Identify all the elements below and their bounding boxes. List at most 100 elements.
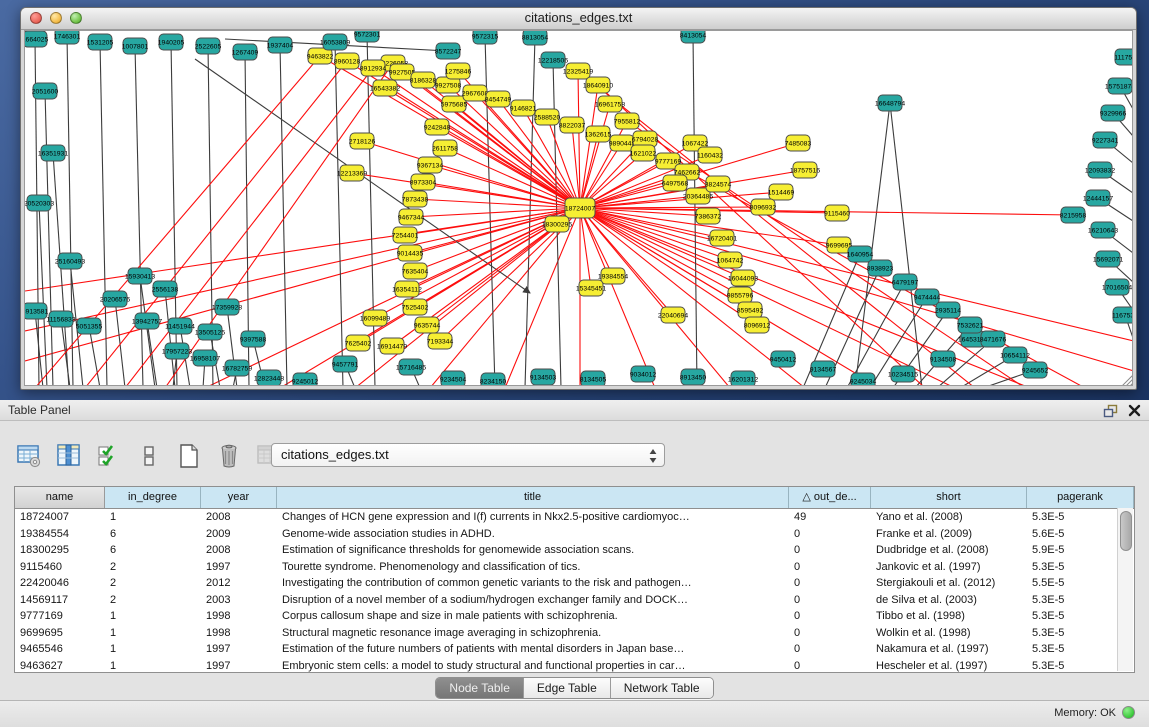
delete-column-icon[interactable] (214, 441, 244, 471)
resize-grip-icon[interactable] (1121, 375, 1133, 386)
float-panel-icon[interactable] (1103, 404, 1118, 418)
graph-node[interactable]: 18724007 (565, 198, 595, 218)
graph-node[interactable]: 13942757 (132, 313, 162, 329)
table-row[interactable]: 1938455462009Genome-wide association stu… (15, 526, 1134, 543)
tab-edge-table[interactable]: Edge Table (524, 678, 611, 698)
network-canvas[interactable]: 1872400725226058992750516543382818632899… (25, 31, 1133, 386)
row-height-icon[interactable] (134, 441, 164, 471)
graph-node[interactable]: 1275846 (445, 63, 472, 79)
graph-node[interactable]: 16914479 (377, 338, 407, 354)
graph-node[interactable]: 9245012 (292, 373, 319, 386)
graph-node[interactable]: 8813054 (522, 31, 549, 45)
graph-node[interactable]: 20520303 (25, 195, 54, 211)
graph-node[interactable]: 1621022 (630, 145, 657, 161)
graph-node[interactable]: 8215958 (1060, 207, 1087, 223)
table-row[interactable]: 1872400712008Changes of HCN gene express… (15, 509, 1134, 526)
column-header-title[interactable]: title (277, 487, 789, 508)
graph-node[interactable]: 3824574 (705, 176, 732, 192)
graph-node[interactable]: 9234504 (440, 371, 467, 386)
graph-node[interactable]: 8912934 (360, 60, 387, 76)
graph-node[interactable]: 1746301 (54, 31, 81, 44)
graph-node[interactable]: 12823448 (254, 370, 284, 386)
column-header-out_degree[interactable]: △ out_de... (789, 487, 871, 508)
graph-node[interactable]: 16351931 (38, 145, 68, 161)
graph-node[interactable]: 15716485 (396, 359, 426, 375)
graph-node[interactable]: 12093832 (1085, 162, 1115, 178)
new-column-icon[interactable] (174, 441, 204, 471)
graph-node[interactable]: 9474444 (914, 289, 941, 305)
window-titlebar[interactable]: citations_edges.txt (21, 8, 1136, 30)
graph-node[interactable]: 8913450 (680, 369, 707, 385)
graph-node[interactable]: 7955812 (614, 113, 641, 129)
graph-node[interactable]: 9245652 (1022, 362, 1049, 378)
graph-node[interactable]: 2051600 (32, 83, 59, 99)
column-header-year[interactable]: year (201, 487, 277, 508)
graph-node[interactable]: 7525402 (402, 299, 429, 315)
graph-node[interactable]: 6497568 (662, 175, 689, 191)
graph-node[interactable]: 17957223 (162, 343, 192, 359)
table-row[interactable]: 977716911998Corpus callosum shape and si… (15, 608, 1134, 625)
graph-node[interactable]: 9572301 (354, 31, 381, 42)
graph-node[interactable]: 9329966 (1100, 105, 1127, 121)
graph-node[interactable]: 8096932 (750, 199, 777, 215)
graph-node[interactable]: 16099489 (360, 310, 390, 326)
graph-node[interactable]: 18640910 (583, 77, 613, 93)
graph-node[interactable]: 9134503 (530, 369, 557, 385)
graph-node[interactable]: 8595492 (737, 302, 764, 318)
graph-node[interactable]: 9134508 (930, 351, 957, 367)
close-panel-icon[interactable] (1128, 404, 1141, 417)
graph-node[interactable]: 20206576 (100, 291, 130, 307)
graph-node[interactable]: 9146821 (510, 100, 537, 116)
graph-node[interactable]: 6479197 (892, 274, 919, 290)
graph-node[interactable]: 8234150 (480, 373, 507, 386)
graph-node[interactable]: 8572247 (435, 43, 462, 59)
table-selector-dropdown[interactable]: citations_edges.txt (271, 443, 665, 467)
graph-node[interactable]: 9397588 (240, 331, 267, 347)
graph-node[interactable]: 10654112 (1000, 347, 1030, 363)
table-row[interactable]: 1456911722003Disruption of a novel membe… (15, 592, 1134, 609)
graph-node[interactable]: 2611758 (432, 140, 458, 156)
table-row[interactable]: 2242004622012Investigating the contribut… (15, 575, 1134, 592)
graph-node[interactable]: 9227341 (1092, 132, 1119, 148)
graph-node[interactable]: 15692071 (1093, 251, 1123, 267)
graph-node[interactable]: 2588520 (534, 109, 561, 125)
graph-node[interactable]: 8960128 (334, 53, 361, 69)
graph-node[interactable]: 3913581 (25, 303, 48, 319)
graph-node[interactable]: 8471676 (980, 331, 1007, 347)
graph-node[interactable]: 7485083 (785, 135, 812, 151)
graph-node[interactable]: 8134505 (580, 371, 607, 386)
graph-node[interactable]: 1267409 (232, 44, 259, 60)
graph-node[interactable]: 16543382 (370, 80, 400, 96)
graph-node[interactable]: 5051355 (76, 318, 103, 334)
graph-node[interactable]: 16044093 (728, 270, 758, 286)
graph-node[interactable]: 9855796 (727, 287, 754, 303)
graph-node[interactable]: 9367134 (417, 157, 444, 173)
vertical-scrollbar[interactable] (1117, 508, 1133, 671)
graph-node[interactable]: 12444157 (1083, 190, 1113, 206)
graph-node[interactable]: 9467344 (398, 209, 425, 225)
graph-node[interactable]: 1937404 (267, 37, 294, 53)
graph-node[interactable]: 16201312 (728, 371, 758, 386)
graph-node[interactable]: 1160432 (697, 147, 723, 163)
graph-node[interactable]: 9572315 (472, 31, 499, 44)
graph-node[interactable]: 8454749 (485, 91, 512, 107)
graph-node[interactable]: 1940205 (158, 34, 185, 50)
graph-node[interactable]: 16053809 (320, 34, 350, 50)
graph-node[interactable]: 1531205 (87, 34, 114, 50)
column-header-pagerank[interactable]: pagerank (1027, 487, 1134, 508)
graph-node[interactable]: 8096912 (744, 317, 771, 333)
table-row[interactable]: 969969511998Structural magnetic resonanc… (15, 625, 1134, 642)
graph-node[interactable]: 9014435 (397, 245, 424, 261)
graph-node[interactable]: 7532621 (957, 317, 984, 333)
graph-node[interactable]: 16210643 (1088, 222, 1118, 238)
graph-node[interactable]: 12325419 (563, 63, 593, 79)
graph-node[interactable]: 15345451 (576, 280, 606, 296)
tab-network-table[interactable]: Network Table (611, 678, 713, 698)
graph-node[interactable]: 8413054 (680, 31, 707, 43)
graph-node[interactable]: 9242848 (424, 119, 451, 135)
graph-node[interactable]: 2935114 (935, 302, 961, 318)
table-row[interactable]: 1830029562008Estimation of significance … (15, 542, 1134, 559)
graph-node[interactable]: 9134567 (810, 361, 837, 377)
graph-node[interactable]: 7625402 (345, 335, 372, 351)
graph-node[interactable]: 1664025 (25, 31, 48, 47)
